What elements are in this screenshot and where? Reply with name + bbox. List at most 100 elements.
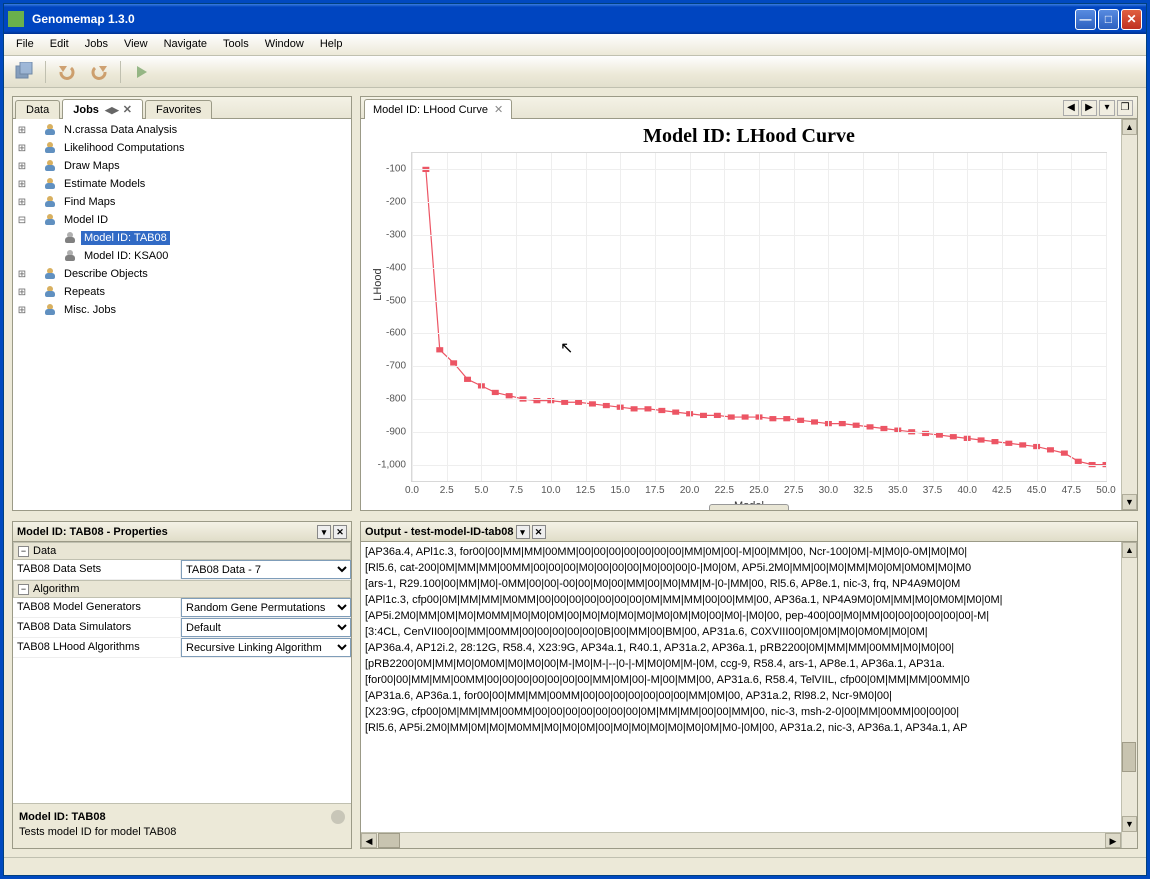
menu-help[interactable]: Help [312,34,351,55]
output-vscrollbar[interactable]: ▲ ▼ [1121,542,1137,848]
scroll-down-icon[interactable]: ▼ [1122,816,1137,832]
tree-item[interactable]: ⊞ Describe Objects [15,265,349,283]
output-hscrollbar[interactable]: ◀ ▶ [361,832,1121,848]
property-value-select[interactable]: Random Gene Permutations [181,598,351,617]
tree-item[interactable]: ⊞Find Maps [15,193,349,211]
menu-navigate[interactable]: Navigate [156,34,215,55]
properties-title-label: Model ID: TAB08 - Properties [17,526,168,538]
undo-icon[interactable] [53,59,81,85]
scroll-down-icon[interactable]: ▼ [1122,494,1137,510]
tab-list-icon[interactable]: ▾ [1099,100,1115,116]
x-tick-label: 42.5 [992,481,1011,496]
property-group-label: Data [33,545,56,557]
property-group-header[interactable]: −Data [13,542,351,560]
scroll-left-icon[interactable]: ◀ [361,833,377,848]
output-close-icon[interactable]: ✕ [532,525,546,539]
tree-toggle-icon[interactable]: ⊞ [15,269,29,280]
tree-toggle-icon[interactable]: ⊞ [15,305,29,316]
scroll-thumb[interactable] [1122,742,1136,772]
job-icon [43,141,59,155]
tree-toggle-icon[interactable]: ⊞ [15,161,29,172]
y-tick-label: -900 [386,426,412,437]
tree-item[interactable]: ⊞Repeats [15,283,349,301]
property-value-select[interactable]: Default [181,618,351,637]
tree-item[interactable]: Model ID: TAB08 [15,229,349,247]
tree-item[interactable]: ⊞Estimate Models [15,175,349,193]
tab-jobs[interactable]: Jobs ◀▶ ✕ [62,99,143,119]
minimize-button[interactable]: — [1075,9,1096,30]
job-icon [43,123,59,137]
output-line: [Rl5.6, AP5i.2M0|MM|0M|M0|M0MM|M0|M0|0M|… [365,720,1133,736]
chart-title: Model ID: LHood Curve [361,119,1137,152]
x-tick-label: 5.0 [474,481,488,496]
properties-close-icon[interactable]: ✕ [333,525,347,539]
scroll-right-icon[interactable]: ▶ [1105,833,1121,848]
group-toggle-icon[interactable]: − [18,584,29,595]
tree-item-label: Draw Maps [61,159,123,173]
chart-scrollbar[interactable]: ▲ ▼ [1121,119,1137,510]
tree-item[interactable]: ⊞Likelihood Computations [15,139,349,157]
tab-favorites[interactable]: Favorites [145,100,212,119]
tree-toggle-icon[interactable]: ⊞ [15,179,29,190]
status-dot-icon [331,810,345,824]
scroll-up-icon[interactable]: ▲ [1122,542,1137,558]
tree-toggle-icon[interactable]: ⊞ [15,143,29,154]
save-all-icon[interactable] [10,59,38,85]
tree-item[interactable]: ⊞Misc. Jobs [15,301,349,319]
y-tick-label: -700 [386,361,412,372]
editor-tab[interactable]: Model ID: LHood Curve ✕ [364,99,512,119]
property-value-select[interactable]: Recursive Linking Algorithm [181,638,351,657]
menu-view[interactable]: View [116,34,156,55]
menu-window[interactable]: Window [257,34,312,55]
tree-item-label: Describe Objects [61,267,151,281]
tree-item[interactable]: ⊞ Draw Maps [15,157,349,175]
x-tick-label: 10.0 [541,481,560,496]
next-tab-icon[interactable]: ▶ [1081,100,1097,116]
property-value-select[interactable]: TAB08 Data - 7 [181,560,351,579]
output-line: [AP36a.4, APl1c.3, for00|00|MM|MM|00MM|0… [365,544,1133,560]
property-key: TAB08 LHood Algorithms [13,638,181,658]
tree-item[interactable]: Model ID: KSA00 [15,247,349,265]
editor-tab-close-icon[interactable]: ✕ [494,103,503,116]
y-tick-label: -300 [386,230,412,241]
maximize-editor-icon[interactable]: ❐ [1117,100,1133,116]
output-text[interactable]: [AP36a.4, APl1c.3, for00|00|MM|MM|00MM|0… [361,542,1137,738]
tab-close-icon[interactable]: ✕ [123,104,132,116]
maximize-button[interactable]: □ [1098,9,1119,30]
job-icon [43,213,59,227]
scroll-up-icon[interactable]: ▲ [1122,119,1137,135]
menu-edit[interactable]: Edit [42,34,77,55]
chart-plot[interactable]: LHood 0.02.55.07.510.012.515.017.520.022… [411,152,1107,482]
close-button[interactable]: ✕ [1121,9,1142,30]
tree-item-label: Model ID [61,213,111,227]
tab-data[interactable]: Data [15,100,60,119]
job-icon [43,303,59,317]
x-tick-label: 20.0 [680,481,699,496]
tab-jobs-label: Jobs [73,104,99,116]
property-key: TAB08 Model Generators [13,598,181,618]
menu-jobs[interactable]: Jobs [77,34,116,55]
scroll-thumb[interactable] [378,833,400,848]
x-tick-label: 35.0 [888,481,907,496]
tab-scroll-icon[interactable]: ◀▶ [105,105,119,115]
split-handle[interactable] [709,504,789,510]
tree-toggle-icon[interactable]: ⊞ [15,287,29,298]
tree-item[interactable]: ⊟ Model ID [15,211,349,229]
group-toggle-icon[interactable]: − [18,546,29,557]
property-group-header[interactable]: −Algorithm [13,580,351,598]
properties-body: −DataTAB08 Data SetsTAB08 Data - 7−Algor… [13,542,351,803]
tree-toggle-icon[interactable]: ⊞ [15,125,29,136]
tree-item[interactable]: ⊞N.crassa Data Analysis [15,121,349,139]
prev-tab-icon[interactable]: ◀ [1063,100,1079,116]
menu-tools[interactable]: Tools [215,34,257,55]
output-menu-icon[interactable]: ▾ [516,525,530,539]
redo-icon[interactable] [85,59,113,85]
jobs-tree[interactable]: ⊞N.crassa Data Analysis⊞Likelihood Compu… [13,119,351,510]
run-icon[interactable] [128,59,156,85]
property-row: TAB08 Model GeneratorsRandom Gene Permut… [13,598,351,618]
y-tick-label: -100 [386,164,412,175]
tree-toggle-icon[interactable]: ⊟ [15,215,29,226]
menu-file[interactable]: File [8,34,42,55]
tree-toggle-icon[interactable]: ⊞ [15,197,29,208]
properties-menu-icon[interactable]: ▾ [317,525,331,539]
